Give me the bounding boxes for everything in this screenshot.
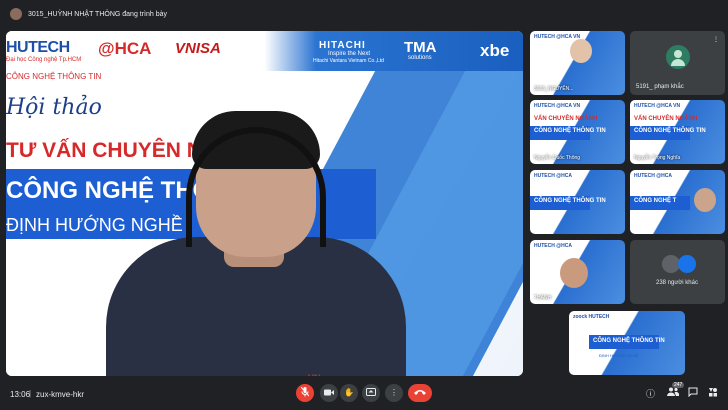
main-presentation[interactable]: HUTECH Đại học Công nghệ Tp.HCM CÔNG NGH… bbox=[6, 31, 523, 376]
raise-hand-icon: ✋ bbox=[344, 388, 354, 397]
hutech-department: CÔNG NGHỆ THÔNG TIN bbox=[6, 72, 102, 81]
tile-logo: HUTECH @HCA bbox=[634, 173, 672, 179]
tile-slide-heading: VẤN CHUYÊN NGÀNH bbox=[634, 116, 698, 122]
camera-button[interactable] bbox=[320, 384, 338, 402]
participant-tile[interactable]: HUTECH @HCA CÔNG NGHỆ T bbox=[630, 170, 725, 234]
participant-tile[interactable]: HUTECH @HCA VN VẤN CHUYÊN NGÀNH CÔNG NGH… bbox=[630, 100, 725, 164]
avatar bbox=[666, 45, 690, 69]
avatar bbox=[678, 255, 696, 273]
shirt-logo: VN bbox=[308, 373, 321, 376]
activities-icon[interactable] bbox=[708, 387, 718, 399]
tile-slide-subtitle: ĐỊNH HƯỚNG NGHỀ bbox=[599, 353, 639, 358]
tile-slide-title: CÔNG NGHỆ THÔNG TIN bbox=[593, 338, 665, 344]
mic-button[interactable] bbox=[296, 384, 314, 402]
end-call-button[interactable] bbox=[408, 384, 432, 402]
participant-name: Nguyễn Quốc Thông bbox=[534, 155, 581, 161]
meeting-code: zux-kmve-hkr bbox=[36, 390, 85, 399]
participant-name: Nguyễn Trọng Nghĩa bbox=[634, 155, 681, 161]
tile-logo: HUTECH @HCA bbox=[534, 173, 572, 179]
top-bar: 3015_HUỲNH NHẬT THÔNG đang trình bày bbox=[0, 0, 728, 28]
hitachi-company: Hitachi Vantara Vietnam Co.,Ltd bbox=[313, 58, 384, 64]
speaker-name: Trịnh Minh bbox=[16, 359, 45, 365]
more-vert-icon: ⋮ bbox=[390, 388, 398, 397]
raise-hand-button[interactable]: ✋ bbox=[340, 384, 358, 402]
tile-slide-title: CÔNG NGHỆ THÔNG TIN bbox=[634, 128, 706, 134]
clock: 13:06 bbox=[10, 390, 31, 399]
chat-icon[interactable] bbox=[688, 387, 698, 399]
tile-slide-title: CÔNG NGHỆ THÔNG TIN bbox=[534, 128, 606, 134]
participant-name: 5191_ phạm khắc bbox=[636, 84, 684, 90]
bottom-bar: 13:06 | zux-kmve-hkr ✋ ⋮ ⓘ 247 bbox=[0, 379, 728, 410]
slide-event-label: Hội thảo bbox=[6, 95, 102, 120]
tile-slide-title: CÔNG NGHỆ T bbox=[634, 198, 677, 204]
tile-logo: HUTECH @HCA VN bbox=[634, 103, 681, 109]
others-count-label: 238 người khác bbox=[656, 280, 698, 286]
participant-tile[interactable]: HUTECH @HCA VN 3016_NGUYỄN... bbox=[530, 31, 625, 95]
hca-logo: @HCA bbox=[98, 39, 152, 58]
xbe-logo: xbe bbox=[480, 41, 510, 60]
hutech-subtitle: Đại học Công nghệ Tp.HCM bbox=[6, 57, 82, 63]
speaker-video: VN bbox=[106, 87, 406, 376]
mic-off-icon bbox=[300, 386, 310, 399]
tile-logo: HUTECH @HCA bbox=[534, 243, 572, 249]
tile-slide-heading: VẤN CHUYÊN NGÀNH bbox=[534, 116, 598, 122]
participant-name: 3016_NGUYỄN... bbox=[534, 86, 574, 92]
participant-tile[interactable]: HUTECH @HCA CÔNG NGHỆ THÔNG TIN bbox=[530, 170, 625, 234]
separator: | bbox=[29, 389, 32, 398]
more-options-button[interactable]: ⋮ bbox=[385, 384, 403, 402]
tile-logo: HUTECH @HCA VN bbox=[534, 34, 581, 40]
participants-count-badge: 247 bbox=[672, 382, 685, 388]
info-icon[interactable]: ⓘ bbox=[646, 387, 655, 400]
hitachi-logo: HITACHI bbox=[319, 40, 366, 51]
presenter-avatar bbox=[10, 8, 22, 20]
camera-icon bbox=[324, 389, 334, 398]
participant-face bbox=[560, 258, 588, 288]
participant-name: THÀNH bbox=[534, 295, 552, 301]
hutech-logo: HUTECH bbox=[6, 39, 70, 56]
meet-window: 3015_HUỲNH NHẬT THÔNG đang trình bày HUT… bbox=[0, 0, 728, 410]
others-tile[interactable]: 238 người khác bbox=[630, 240, 725, 304]
tile-slide-title: CÔNG NGHỆ THÔNG TIN bbox=[534, 198, 606, 204]
hitachi-tagline: Inspire the Next bbox=[328, 51, 371, 57]
tma-logo: TMA bbox=[404, 39, 437, 56]
end-call-icon bbox=[414, 389, 426, 397]
participant-tile[interactable]: HUTECH @HCA THÀNH bbox=[530, 240, 625, 304]
more-vert-icon[interactable]: ⋮ bbox=[711, 35, 721, 45]
slide-header-band bbox=[6, 31, 523, 71]
tile-logo: HUTECH @HCA VN bbox=[534, 103, 581, 109]
vnisa-logo: VNISA bbox=[175, 40, 221, 57]
presenter-label: 3015_HUỲNH NHẬT THÔNG đang trình bày bbox=[28, 10, 168, 18]
participant-face bbox=[694, 188, 716, 212]
present-icon bbox=[366, 388, 376, 398]
participant-tile[interactable]: ⋮ 5191_ phạm khắc bbox=[630, 31, 725, 95]
tma-subtitle: solutions bbox=[408, 55, 432, 61]
tile-logo: zoock HUTECH bbox=[573, 314, 610, 320]
participant-face bbox=[570, 39, 592, 63]
participant-tile[interactable]: HUTECH @HCA VN VẤN CHUYÊN NGÀNH CÔNG NGH… bbox=[530, 100, 625, 164]
people-icon[interactable] bbox=[667, 387, 680, 398]
participant-tile[interactable]: zoock HUTECH CÔNG NGHỆ THÔNG TIN ĐỊNH HƯ… bbox=[569, 311, 685, 375]
present-button[interactable] bbox=[362, 384, 380, 402]
